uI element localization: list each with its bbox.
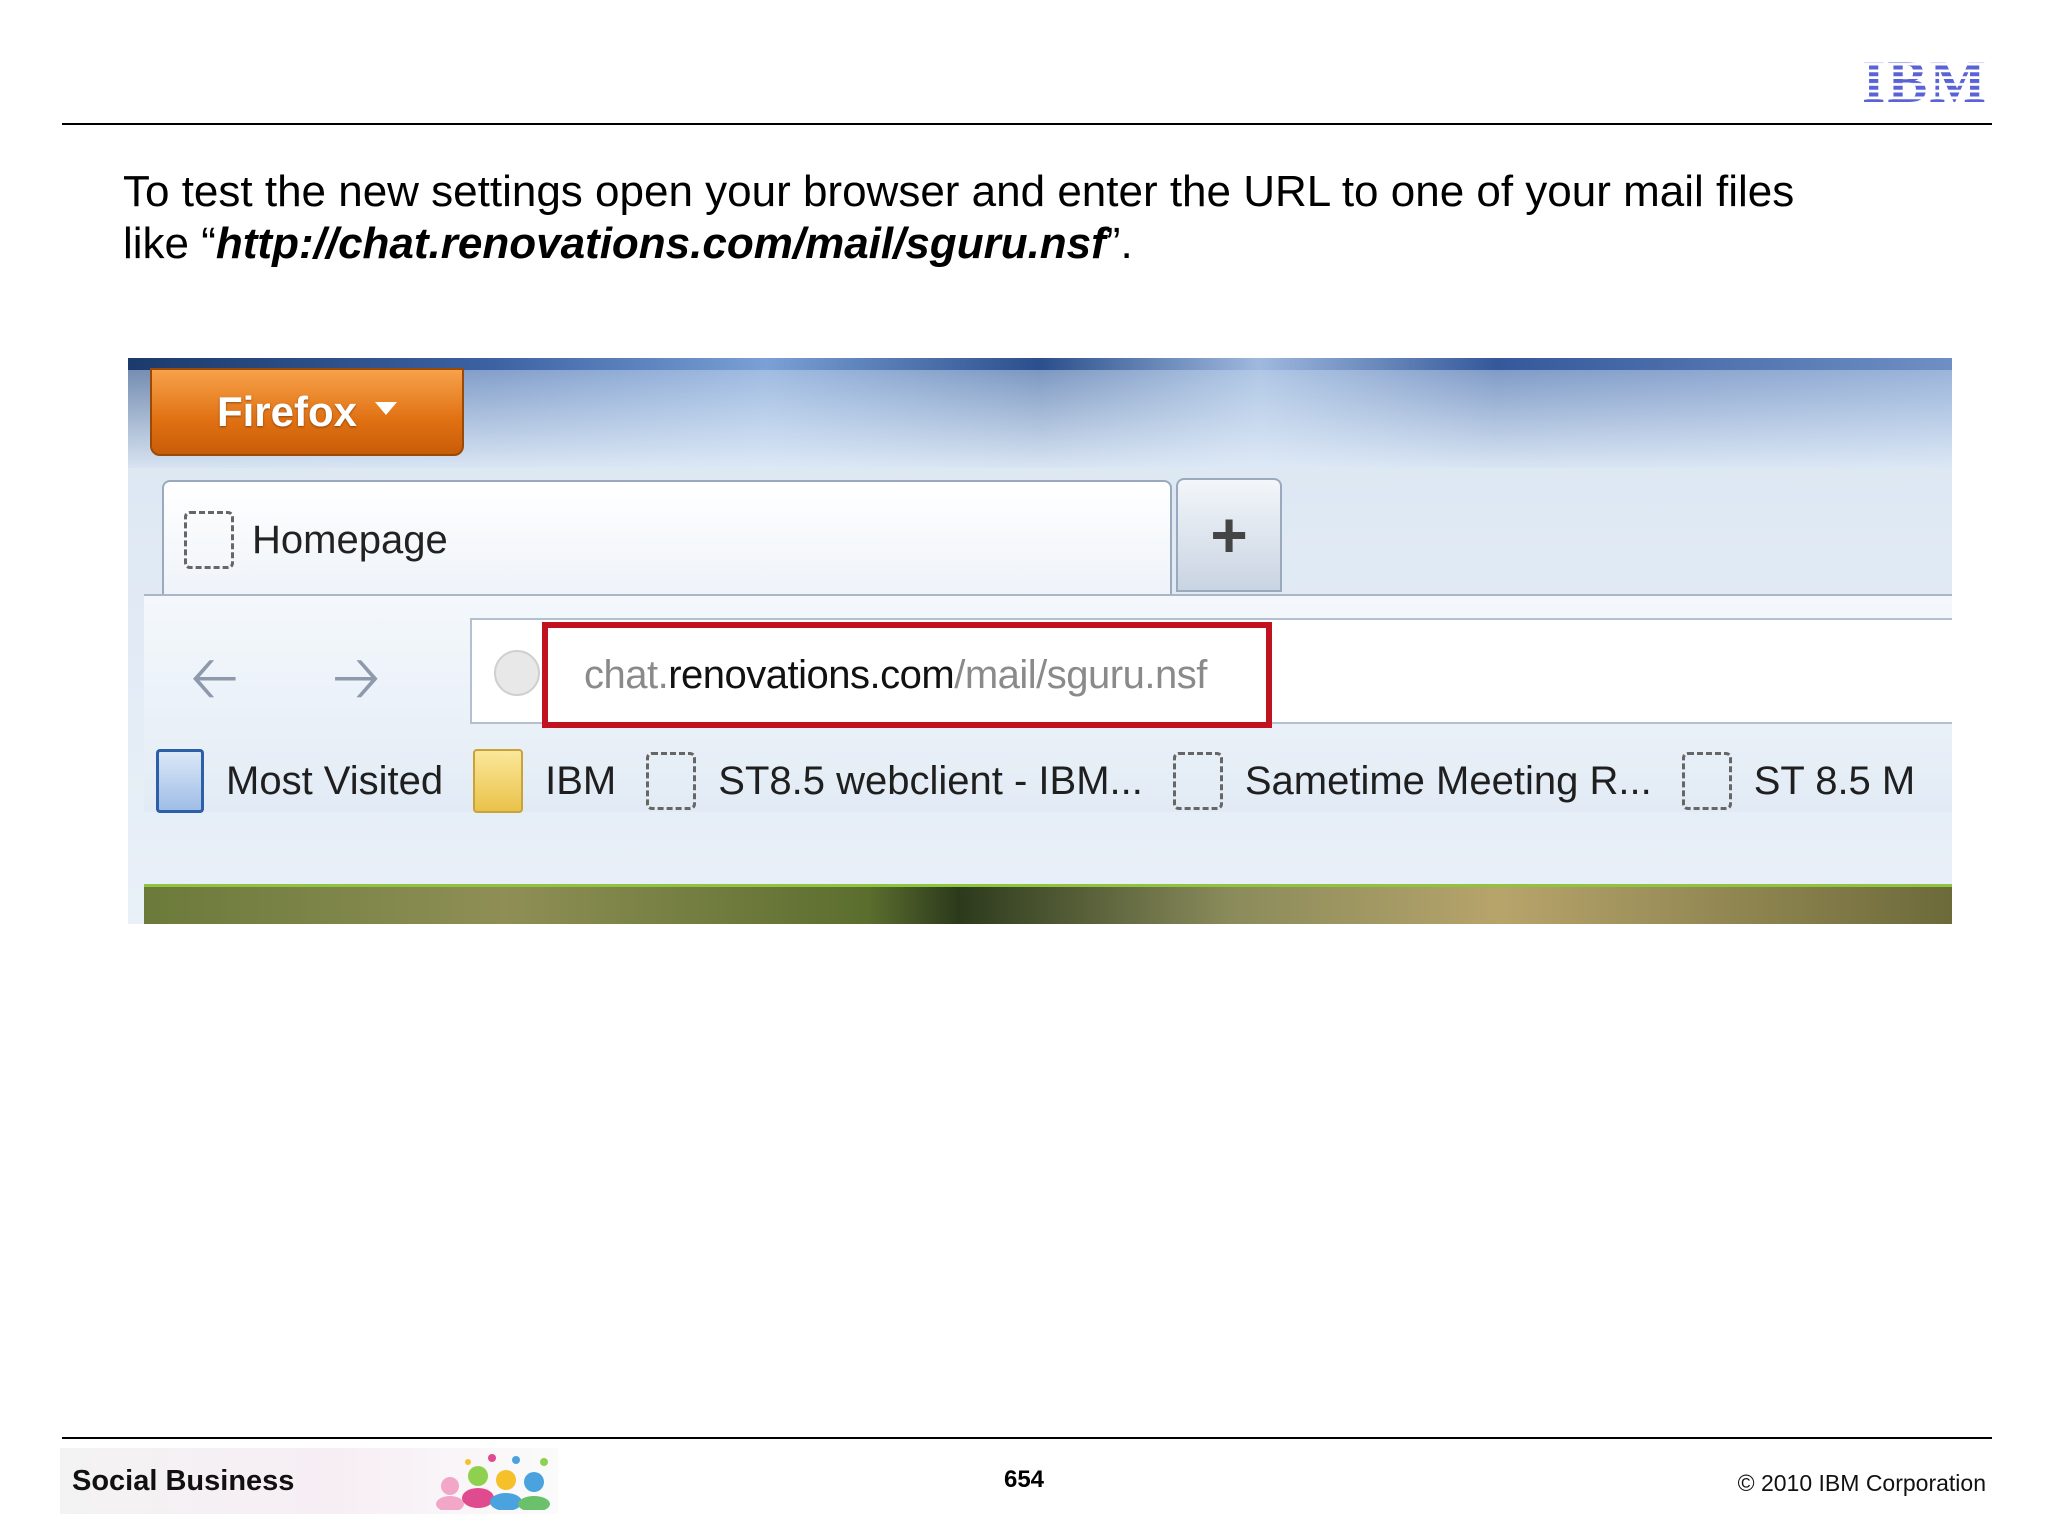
social-business-label: Social Business [72,1464,295,1497]
bookmark-sametime-meeting[interactable]: Sametime Meeting R... [1172,752,1652,810]
bookmark-label: Most Visited [226,758,444,803]
page-icon [1681,752,1732,810]
bookmark-most-visited[interactable]: Most Visited [156,749,443,813]
instruction-text: To test the new settings open your brows… [123,166,1943,270]
bookmark-label: ST 8.5 M [1753,758,1916,803]
folder-icon [473,749,524,813]
forward-arrow-icon[interactable]: 🡢 [332,634,381,736]
url-domain: renovations.com [668,652,955,697]
bookmarks-toolbar: Most Visited IBM ST8.5 webclient - IBM..… [144,748,1952,814]
new-tab-button[interactable]: + [1176,478,1282,592]
instruction-line-2: like “http://chat.renovations.com/mail/s… [123,218,1943,270]
copyright-notice: © 2010 IBM Corporation [1737,1470,1986,1496]
header-rule [62,123,1992,125]
url-subdomain: chat. [584,652,669,697]
bookmark-label: IBM [545,758,617,803]
slide: IBM To test the new settings open your b… [0,0,2048,1536]
browser-screenshot: Firefox Homepage + 🡠 🡢 chat. renovations.… [128,358,1952,924]
url-highlight-box: chat. renovations.com/mail/sguru.nsf [542,622,1272,728]
url-path: /mail/sguru.nsf [954,652,1207,697]
bookmark-label: Sametime Meeting R... [1244,758,1652,803]
instruction-prefix: like “ [123,219,216,268]
page-icon [184,511,234,569]
navigation-toolbar: 🡠 🡢 chat. renovations.com/mail/sguru.nsf … [144,594,1952,814]
social-business-banner: Social Business [60,1448,558,1514]
firefox-menu-label: Firefox [216,388,358,435]
instruction-suffix: ”. [1105,219,1133,268]
tab-label: Homepage [252,517,448,562]
people-graphic-icon [436,1454,550,1510]
page-icon [646,752,697,810]
firefox-menu-button[interactable]: Firefox [150,368,464,456]
footer-rule [62,1437,1992,1439]
back-arrow-icon[interactable]: 🡠 [190,634,239,736]
bookmark-st85-webclient[interactable]: ST8.5 webclient - IBM... [646,752,1143,810]
bookmark-label: ST8.5 webclient - IBM... [718,758,1143,803]
bookmark-ibm[interactable]: IBM [473,749,616,813]
ibm-logo: IBM [1862,52,1988,106]
page-icon [1172,752,1223,810]
most-visited-icon [156,749,204,813]
page-content-strip [144,884,1952,924]
tab-homepage[interactable]: Homepage [162,480,1172,598]
site-identity-icon [494,650,540,696]
dropdown-caret-icon [375,401,398,415]
url-bar[interactable]: chat. renovations.com/mail/sguru.nsf [470,618,1952,728]
page-number: 654 [1003,1466,1045,1493]
instruction-line-1: To test the new settings open your brows… [123,167,1795,216]
bookmark-st85[interactable]: ST 8.5 M [1681,752,1916,810]
mail-url: http://chat.renovations.com/mail/sguru.n… [215,219,1106,268]
svg-text:IBM: IBM [1862,52,1988,106]
